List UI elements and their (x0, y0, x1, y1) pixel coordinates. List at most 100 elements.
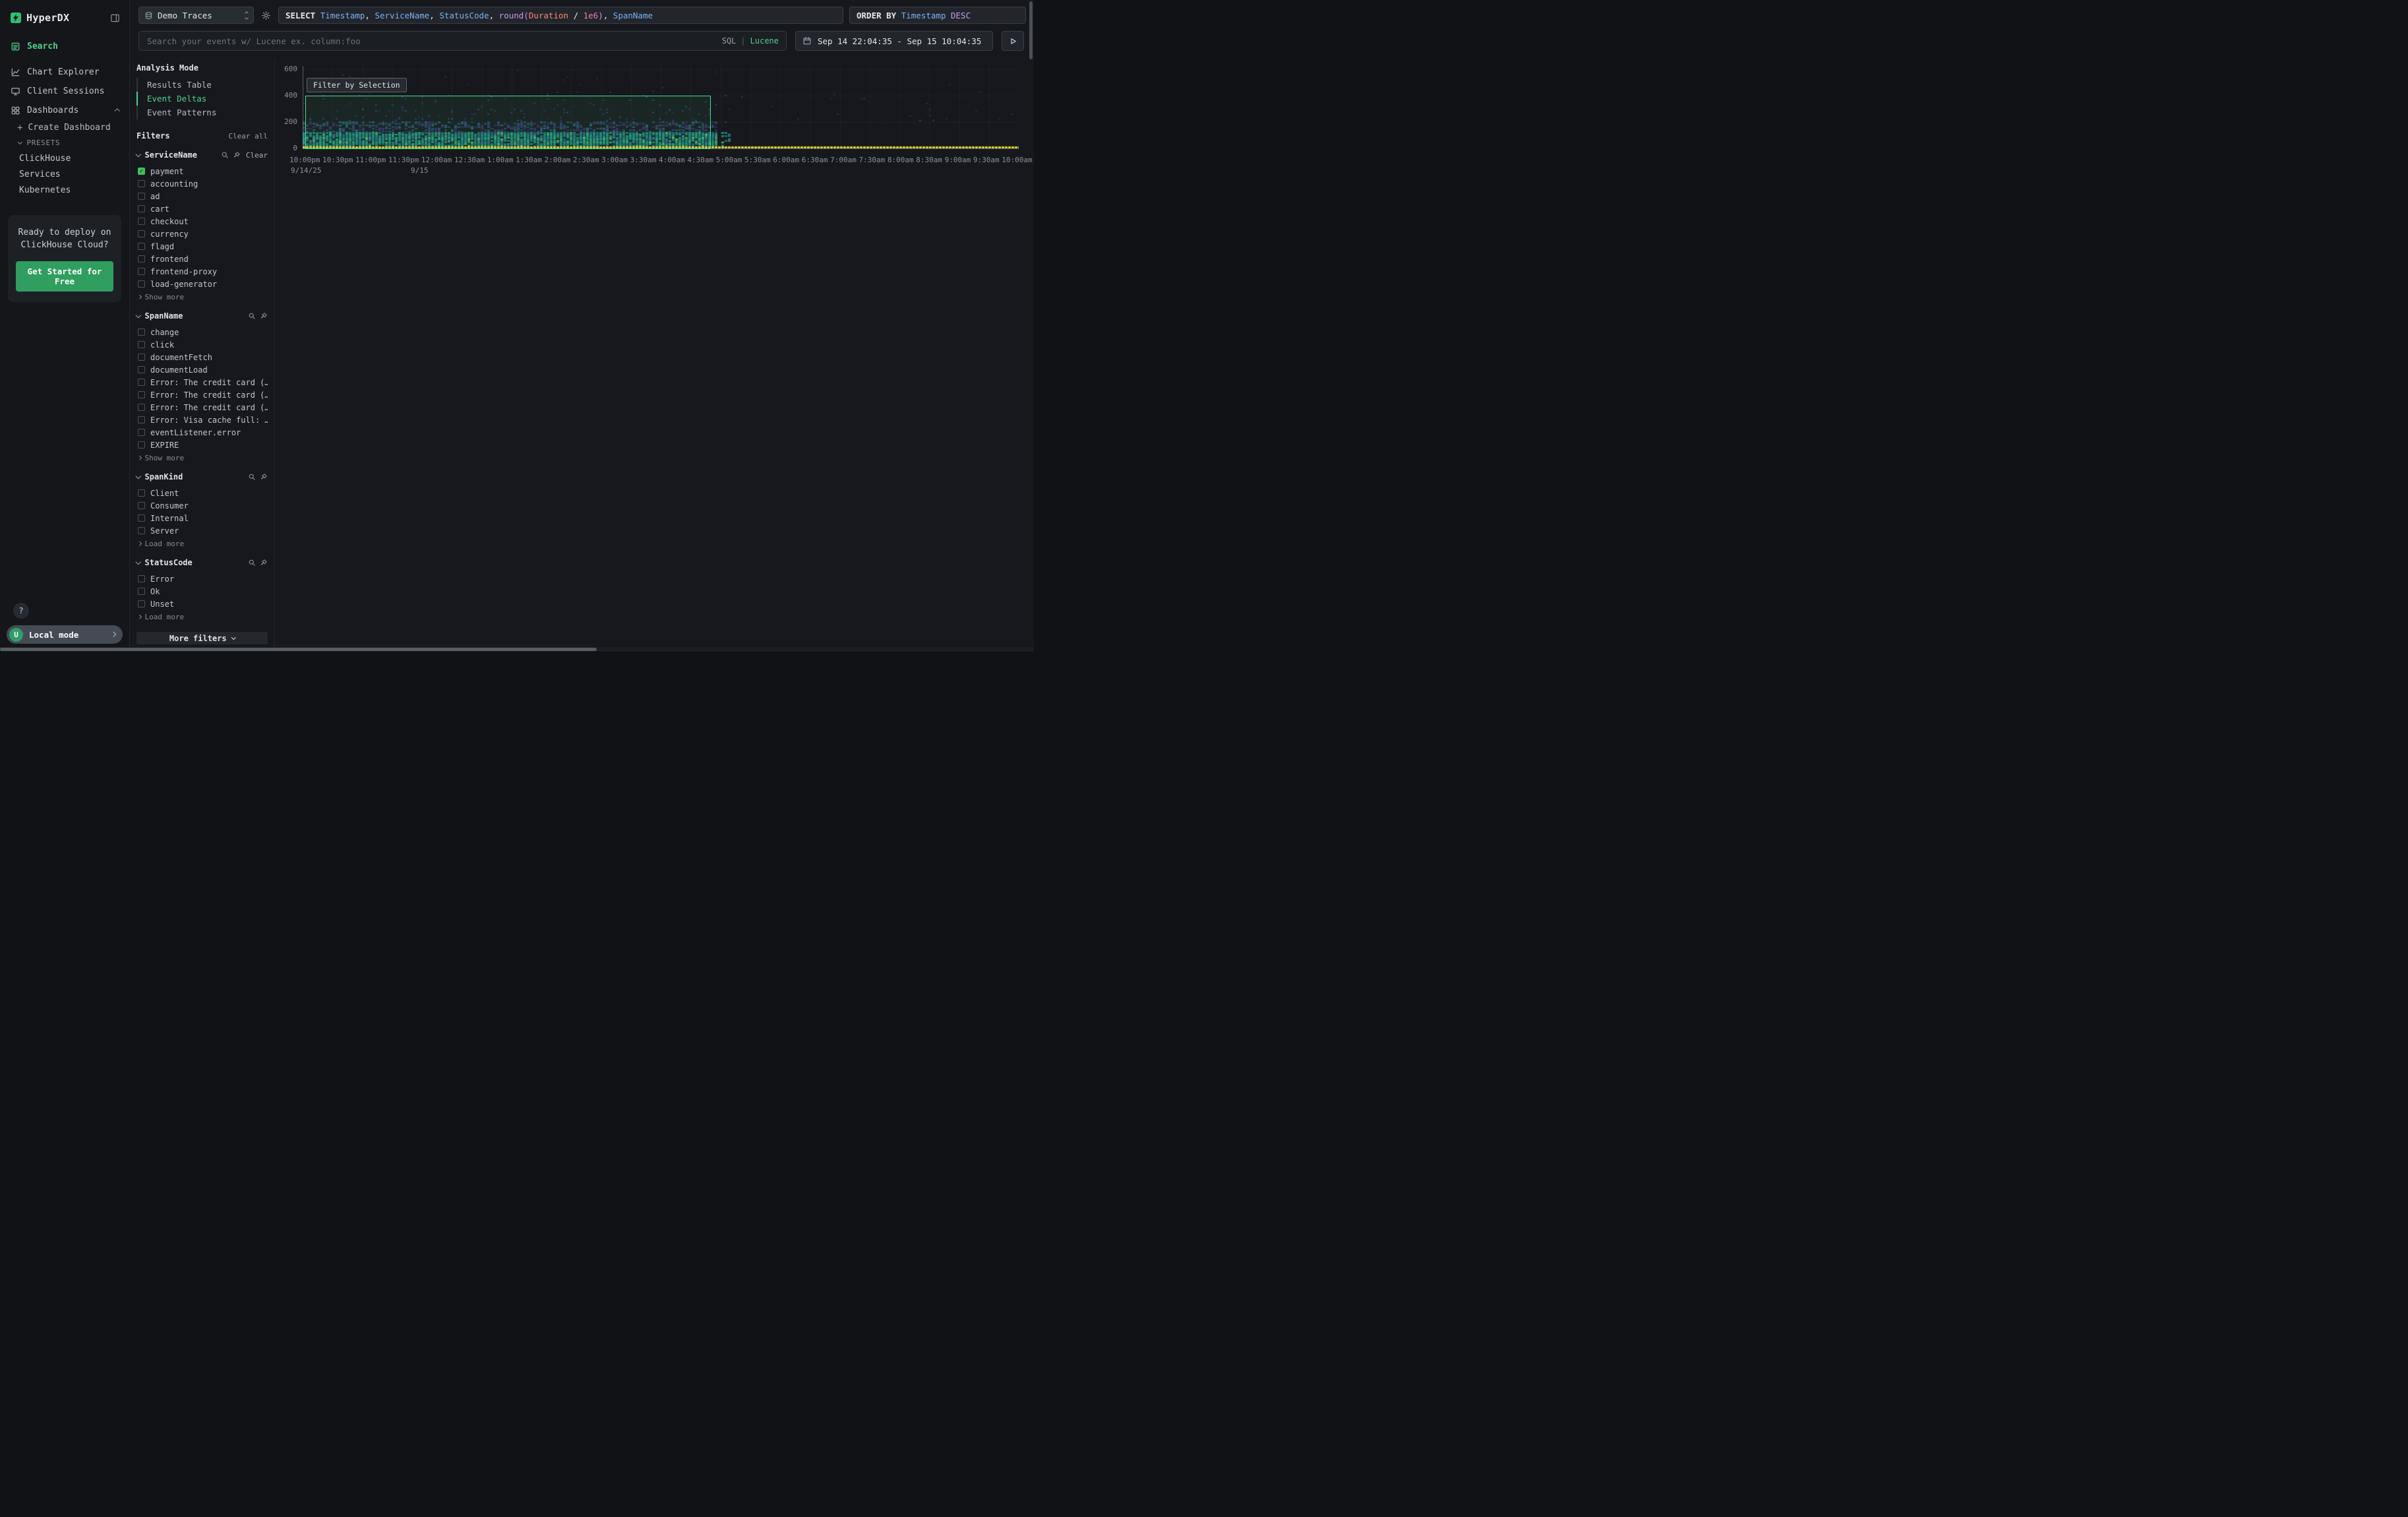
checkbox[interactable] (138, 268, 145, 275)
filter-checkbox-row[interactable]: Ok (136, 585, 268, 598)
checkbox[interactable] (138, 391, 145, 398)
sidebar-presets-toggle[interactable]: PRESETS (0, 135, 129, 150)
load-more-link[interactable]: Load more (136, 610, 268, 621)
filter-checkbox-row[interactable]: Error (136, 573, 268, 585)
filter-checkbox-row[interactable]: documentLoad (136, 363, 268, 376)
sidebar-item-chart-explorer[interactable]: Chart Explorer (0, 63, 129, 82)
checkbox[interactable] (138, 441, 145, 449)
pin-icon[interactable] (260, 473, 268, 481)
filter-checkbox-row[interactable]: accounting (136, 177, 268, 190)
search-icon[interactable] (248, 559, 256, 567)
filter-checkbox-row[interactable]: frontend (136, 253, 268, 265)
checkbox[interactable] (138, 429, 145, 436)
date-range-picker[interactable]: Sep 14 22:04:35 - Sep 15 10:04:35 (795, 31, 993, 51)
analysis-mode-option[interactable]: Results Table (136, 78, 268, 92)
filter-checkbox-row[interactable]: currency (136, 228, 268, 240)
checkbox[interactable] (138, 416, 145, 423)
collapse-sidebar-icon[interactable] (110, 13, 120, 23)
filter-checkbox-row[interactable]: EXPIRE (136, 439, 268, 451)
horizontal-scrollbar[interactable] (0, 647, 1034, 652)
sidebar-preset-item[interactable]: Services (0, 166, 129, 182)
gear-icon[interactable] (261, 11, 271, 20)
checkbox[interactable] (138, 328, 145, 336)
checkbox[interactable] (138, 230, 145, 237)
checkbox[interactable] (138, 575, 145, 582)
checkbox[interactable] (138, 280, 145, 288)
more-filters-button[interactable]: More filters (136, 632, 268, 644)
checkbox[interactable] (138, 354, 145, 361)
search-icon[interactable] (248, 473, 256, 481)
filter-checkbox-row[interactable]: Error: The credit card (… (136, 376, 268, 388)
search-icon[interactable] (221, 151, 229, 159)
checkbox[interactable] (138, 527, 145, 534)
sidebar-item-client-sessions[interactable]: Client Sessions (0, 82, 129, 101)
filter-checkbox-row[interactable]: cart (136, 202, 268, 215)
checkbox[interactable] (138, 205, 145, 212)
checkbox[interactable] (138, 168, 145, 175)
checkbox[interactable] (138, 489, 145, 497)
checkbox[interactable] (138, 193, 145, 200)
pin-icon[interactable] (260, 559, 268, 567)
filter-checkbox-row[interactable]: Client (136, 487, 268, 499)
checkbox[interactable] (138, 255, 145, 263)
local-mode-button[interactable]: U Local mode (7, 625, 123, 644)
checkbox[interactable] (138, 379, 145, 386)
clear-all-filters-link[interactable]: Clear all (228, 132, 268, 140)
get-started-button[interactable]: Get Started for Free (16, 261, 113, 292)
lucene-mode-toggle[interactable]: Lucene (750, 36, 779, 46)
checkbox[interactable] (138, 600, 145, 607)
filter-checkbox-row[interactable]: Error: The credit card (… (136, 401, 268, 414)
pin-icon[interactable] (233, 151, 241, 159)
checkbox[interactable] (138, 588, 145, 595)
checkbox[interactable] (138, 366, 145, 373)
help-button[interactable]: ? (13, 603, 29, 619)
filter-checkbox-row[interactable]: documentFetch (136, 351, 268, 363)
select-query-input[interactable]: SELECT Timestamp, ServiceName, StatusCod… (278, 7, 843, 24)
chart-selection-region[interactable] (305, 96, 711, 149)
sidebar-item-dashboards[interactable]: Dashboards (0, 101, 129, 120)
analysis-mode-option[interactable]: Event Patterns (136, 106, 268, 119)
filter-checkbox-row[interactable]: Error: Visa cache full: … (136, 414, 268, 426)
filter-checkbox-row[interactable]: load-generator (136, 278, 268, 290)
sidebar-item-create-dashboard[interactable]: + Create Dashboard (0, 120, 129, 135)
checkbox[interactable] (138, 180, 145, 187)
filter-checkbox-row[interactable]: Internal (136, 512, 268, 524)
checkbox[interactable] (138, 341, 145, 348)
filter-checkbox-row[interactable]: click (136, 338, 268, 351)
sidebar-preset-item[interactable]: ClickHouse (0, 150, 129, 166)
pin-icon[interactable] (260, 312, 268, 320)
show-more-link[interactable]: Show more (136, 290, 268, 301)
chevron-down-icon[interactable] (136, 559, 141, 565)
filter-checkbox-row[interactable]: Server (136, 524, 268, 537)
show-more-link[interactable]: Show more (136, 451, 268, 462)
horizontal-scrollbar-thumb[interactable] (0, 648, 597, 651)
checkbox[interactable] (138, 218, 145, 225)
sidebar-item-search[interactable]: Search (0, 37, 129, 56)
filter-checkbox-row[interactable]: payment (136, 165, 268, 177)
clear-group-link[interactable]: Clear (246, 151, 268, 160)
checkbox[interactable] (138, 243, 145, 250)
order-by-input[interactable]: ORDER BY Timestamp DESC (849, 7, 1026, 24)
search-icon[interactable] (248, 312, 256, 320)
sql-mode-toggle[interactable]: SQL (722, 36, 737, 46)
filter-checkbox-row[interactable]: flagd (136, 240, 268, 253)
filter-checkbox-row[interactable]: ad (136, 190, 268, 202)
filter-checkbox-row[interactable]: frontend-proxy (136, 265, 268, 278)
analysis-mode-option[interactable]: Event Deltas (136, 92, 268, 106)
run-query-button[interactable] (1002, 31, 1024, 51)
chevron-down-icon[interactable] (136, 313, 141, 318)
vertical-scrollbar-thumb[interactable] (1029, 1, 1033, 59)
filter-checkbox-row[interactable]: Unset (136, 598, 268, 610)
checkbox[interactable] (138, 404, 145, 411)
sidebar-preset-item[interactable]: Kubernetes (0, 182, 129, 198)
filter-checkbox-row[interactable]: Error: The credit card (… (136, 388, 268, 401)
filter-checkbox-row[interactable]: eventListener.error (136, 426, 268, 439)
filter-checkbox-row[interactable]: checkout (136, 215, 268, 228)
source-select[interactable]: Demo Traces (138, 7, 254, 24)
filter-checkbox-row[interactable]: Consumer (136, 499, 268, 512)
search-input[interactable] (138, 31, 787, 51)
filter-checkbox-row[interactable]: change (136, 326, 268, 338)
chevron-down-icon[interactable] (136, 474, 141, 479)
checkbox[interactable] (138, 502, 145, 509)
load-more-link[interactable]: Load more (136, 537, 268, 548)
